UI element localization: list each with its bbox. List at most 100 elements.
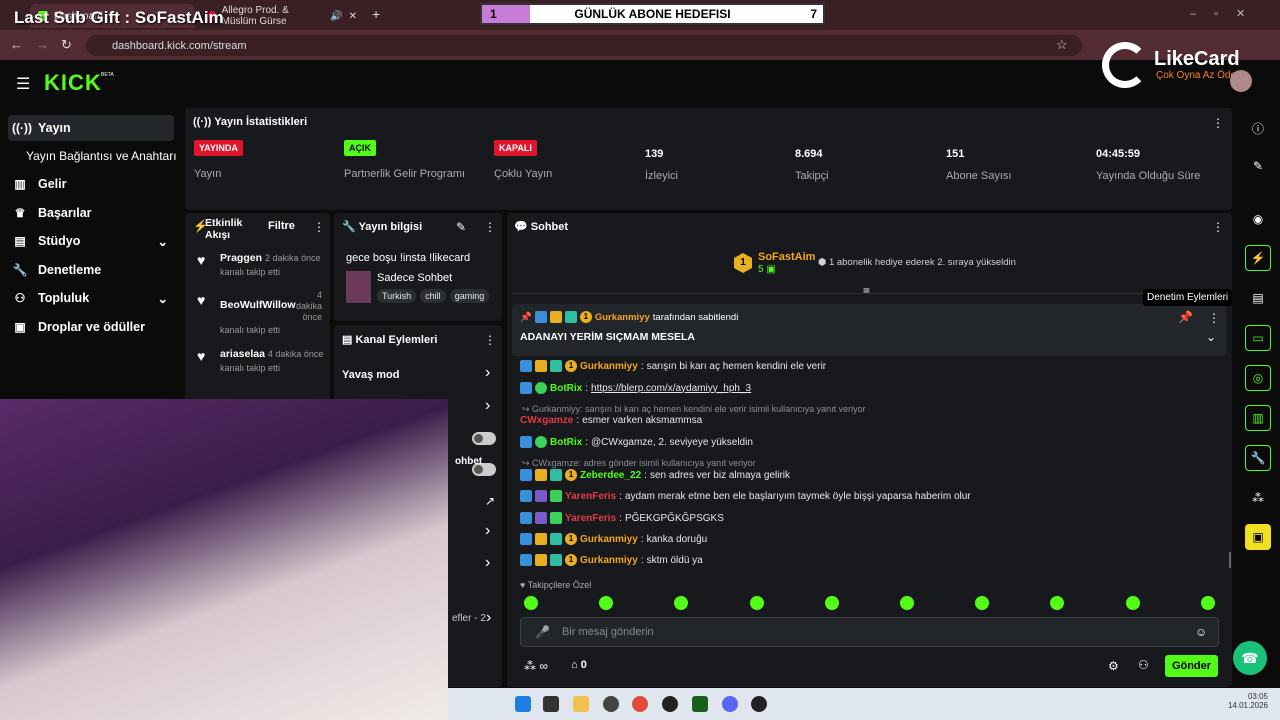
chart-icon[interactable]: ↗ — [485, 494, 495, 508]
bolt-icon[interactable]: ⚡ — [1245, 245, 1271, 271]
support-chat-icon[interactable]: ☎ — [1233, 641, 1267, 675]
chat-scrollbar[interactable] — [1229, 552, 1231, 568]
reload-icon[interactable]: ↻ — [61, 37, 72, 53]
hamburger-icon[interactable]: ☰ — [16, 74, 30, 94]
wrench-icon[interactable]: 🔧 — [1245, 445, 1271, 471]
emote-icon[interactable] — [750, 596, 764, 610]
discord-icon[interactable] — [722, 696, 738, 712]
chrome-icon[interactable] — [632, 696, 648, 712]
chevron-down-icon[interactable]: ⌄ — [1206, 330, 1216, 344]
app-icon[interactable] — [692, 696, 708, 712]
avatar[interactable] — [1230, 70, 1252, 92]
chat-message[interactable]: YarenFeris: aydam merak etme ben ele başl… — [520, 490, 971, 502]
file-explorer-icon[interactable] — [573, 696, 589, 712]
back-icon[interactable]: ← — [10, 37, 23, 52]
studio-icon[interactable]: ▥ — [1245, 405, 1271, 431]
stream-info-more-icon[interactable]: ⋮ — [484, 220, 496, 234]
emote-icon[interactable] — [975, 596, 989, 610]
clipboard-icon[interactable]: ▤ — [1245, 285, 1271, 311]
app-g-icon[interactable] — [751, 696, 767, 712]
chat-username[interactable]: BotRix — [550, 383, 582, 394]
emote-icon[interactable] — [599, 596, 613, 610]
info-icon[interactable]: ⓘ — [1245, 115, 1271, 141]
tag[interactable]: chill — [420, 289, 446, 303]
chat-input[interactable]: 🎤 Bir mesaj gönderin — [520, 617, 1219, 647]
sidebar-item-droplar[interactable]: ▣ Droplar ve ödüller — [8, 314, 174, 340]
new-tab-button[interactable]: + — [372, 6, 380, 22]
url-input[interactable]: dashboard.kick.com/stream — [86, 35, 1082, 56]
store-counter[interactable]: ⌂ 0 — [571, 659, 587, 671]
points-icon[interactable]: ⁂ — [1245, 485, 1271, 511]
chat-message[interactable]: 1 Gurkanmiyy: kanka doruğu — [520, 533, 707, 545]
chat-link[interactable]: https://blerp.com/x/aydamiyy_hph_3 — [591, 383, 751, 394]
chat-message[interactable]: 1 Gurkanmiyy: sarışın bi karı aç hemen ken… — [520, 360, 826, 372]
toggle-switch[interactable] — [472, 432, 496, 445]
chevron-right-icon[interactable]: › — [485, 397, 490, 415]
chat-message[interactable]: 1 Zeberdee_22: sen adres ver biz almaya ge… — [520, 469, 790, 481]
sidebar-item-denetleme[interactable]: 🔧 Denetleme — [8, 257, 174, 283]
bookmark-star-icon[interactable]: ☆ — [1056, 37, 1068, 53]
edit-icon[interactable]: ✎ — [1245, 153, 1271, 179]
chevron-right-icon[interactable]: › — [486, 609, 491, 627]
tag[interactable]: gaming — [449, 289, 490, 303]
emote-icon[interactable] — [900, 596, 914, 610]
chat-bubble-icon[interactable]: ▭ — [1245, 325, 1271, 351]
tab-close-icon[interactable]: ✕ — [349, 11, 357, 22]
users-icon[interactable]: ⚇ — [1138, 658, 1149, 672]
obs-icon[interactable] — [603, 696, 619, 712]
window-controls[interactable]: –▫✕ — [1190, 7, 1263, 20]
stats-more-icon[interactable]: ⋮ — [1212, 116, 1224, 130]
activity-more-icon[interactable]: ⋮ — [313, 220, 325, 234]
forward-icon[interactable]: → — [36, 37, 49, 52]
emote-icon[interactable] — [1126, 596, 1140, 610]
microphone-icon[interactable]: 🎤 — [535, 625, 550, 639]
windows-start-icon[interactable] — [515, 696, 531, 712]
edit-icon[interactable]: ✎ — [456, 220, 466, 234]
chevron-right-icon[interactable]: › — [485, 522, 490, 540]
settings-icon[interactable]: ⚙ — [1108, 659, 1119, 673]
sidebar-item-topluluk[interactable]: ⚇ Topluluk ⌄ — [8, 285, 174, 311]
channel-points[interactable]: ⁂ ∞ — [524, 659, 548, 673]
chat-username[interactable]: Gurkanmiyy — [580, 534, 638, 545]
clip-icon[interactable]: ▣ — [1245, 524, 1271, 550]
chat-message[interactable]: 1 Gurkanmiyy: sktm öldü ya — [520, 554, 703, 566]
app-g-icon[interactable] — [662, 696, 678, 712]
send-button[interactable]: Gönder — [1165, 655, 1218, 677]
tab-music[interactable]: Allegro Prod. & Müslüm Gürse 🔊 ✕ — [200, 4, 365, 28]
unpin-icon[interactable]: 📌 — [1178, 310, 1193, 324]
sidebar-item-basarilar[interactable]: ♛ Başarılar — [8, 200, 174, 226]
task-view-icon[interactable] — [543, 696, 559, 712]
emoji-icon[interactable]: ☺ — [1195, 625, 1207, 639]
chat-username[interactable]: Gurkanmiyy — [580, 555, 638, 566]
kick-logo[interactable]: KICK — [44, 70, 102, 96]
chat-username[interactable]: CWxgamze — [520, 415, 573, 426]
chat-message[interactable]: BotRix: https://blerp.com/x/aydamiyy_hph_… — [520, 382, 751, 394]
chat-username[interactable]: YarenFeris — [565, 513, 616, 524]
chat-message[interactable]: BotRix: @CWxgamze, 2. seviyeye yükseldin — [520, 436, 753, 448]
chat-more-icon[interactable]: ⋮ — [1212, 220, 1224, 234]
chat-message[interactable]: CWxgamze: esmer varken aksmammsa — [520, 415, 702, 426]
emote-icon[interactable] — [674, 596, 688, 610]
chat-username[interactable]: Zeberdee_22 — [580, 470, 641, 481]
sidebar-item-stream-key[interactable]: Yayın Bağlantısı ve Anahtarı — [22, 143, 188, 169]
emote-icon[interactable] — [1201, 596, 1215, 610]
sidebar-item-yayin[interactable]: ((·)) Yayın — [8, 115, 174, 141]
slow-mode-item[interactable]: Yavaş mod — [342, 369, 399, 381]
pinned-more-icon[interactable]: ⋮ — [1208, 311, 1220, 325]
chevron-right-icon[interactable]: › — [485, 364, 490, 382]
channel-actions-more-icon[interactable]: ⋮ — [484, 333, 496, 347]
chat-username[interactable]: BotRix — [550, 437, 582, 448]
chat-username[interactable]: YarenFeris — [565, 491, 616, 502]
chat-filter-icon[interactable]: ≡ — [863, 284, 870, 298]
filter-button[interactable]: Filtre — [268, 220, 295, 232]
chat-username[interactable]: Gurkanmiyy — [580, 361, 638, 372]
chevron-right-icon[interactable]: › — [485, 554, 490, 572]
emote-icon[interactable] — [524, 596, 538, 610]
tag[interactable]: Turkish — [377, 289, 417, 303]
sidebar-item-studyo[interactable]: ▤ Stüdyo ⌄ — [8, 228, 174, 254]
camera-icon[interactable]: ◉ — [1245, 206, 1271, 232]
emote-icon[interactable] — [825, 596, 839, 610]
broadcast-icon[interactable]: ◎ — [1245, 365, 1271, 391]
sidebar-item-gelir[interactable]: ▥ Gelir — [8, 171, 174, 197]
pinned-by[interactable]: Gurkanmiyy — [595, 312, 650, 323]
